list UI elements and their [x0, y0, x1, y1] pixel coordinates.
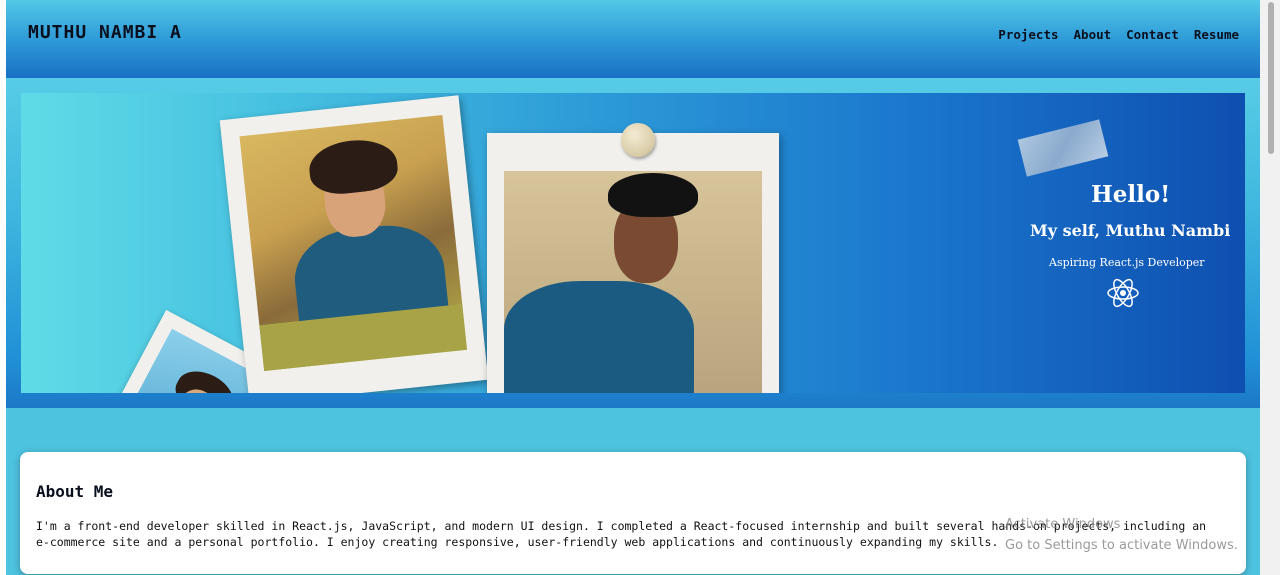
nav-resume-link[interactable]: Resume — [1194, 27, 1239, 42]
hero-banner: Hello! My self, Muthu Nambi Aspiring Rea… — [21, 93, 1245, 393]
hair-shape — [306, 136, 400, 198]
nav-links: Projects About Contact Resume — [998, 27, 1239, 42]
nav-about-link[interactable]: About — [1074, 27, 1112, 42]
about-section: About Me I'm a front-end developer skill… — [20, 452, 1246, 574]
polaroid-cartoon-photo — [219, 95, 489, 393]
page-scrollbar[interactable] — [1260, 0, 1280, 575]
navbar: MUTHU NAMBI A Projects About Contact Res… — [6, 0, 1260, 78]
about-text: I'm a front-end developer skilled in Rea… — [36, 519, 1207, 549]
hero-role: Aspiring React.js Developer — [1049, 256, 1205, 269]
brand-logo[interactable]: MUTHU NAMBI A — [28, 22, 182, 43]
react-atom-icon — [1107, 278, 1139, 308]
hair-shape — [169, 362, 242, 393]
real-portrait — [504, 171, 762, 393]
tape-decoration — [1017, 119, 1109, 177]
nav-contact-link[interactable]: Contact — [1126, 27, 1179, 42]
hero-intro: My self, Muthu Nambi — [1030, 221, 1231, 240]
scrollbar-thumb[interactable] — [1268, 2, 1274, 154]
pin-icon — [621, 123, 655, 157]
cartoon-portrait — [239, 115, 468, 372]
nav-projects-link[interactable]: Projects — [998, 27, 1058, 42]
about-title: About Me — [36, 482, 114, 501]
desk-shape — [259, 303, 468, 372]
hair-shape — [608, 173, 698, 217]
polaroid-real-photo — [487, 133, 779, 393]
shirt-shape — [504, 281, 694, 393]
hero-greeting: Hello! — [1091, 181, 1171, 208]
portfolio-page: MUTHU NAMBI A Projects About Contact Res… — [6, 0, 1260, 575]
